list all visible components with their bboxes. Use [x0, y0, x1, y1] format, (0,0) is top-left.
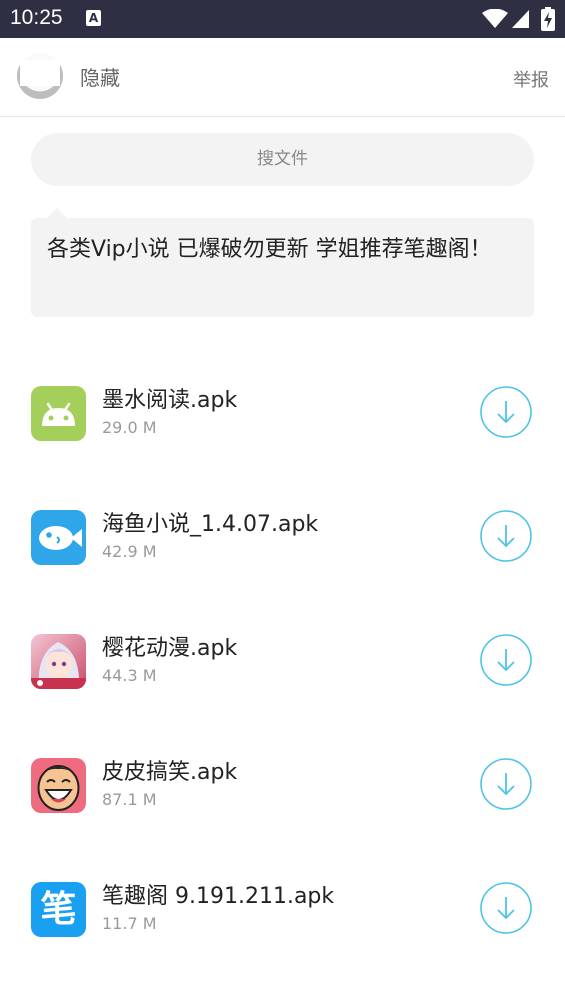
file-name: 笔趣阁 9.191.211.apk	[102, 884, 335, 909]
status-bar: 10:25 A	[0, 0, 565, 38]
battery-icon	[541, 7, 555, 31]
fish-app-icon	[31, 510, 86, 565]
signal-icon	[512, 10, 529, 28]
file-size: 11.7 M	[102, 914, 157, 933]
anime-girl-app-icon	[31, 634, 86, 689]
android-app-icon	[31, 386, 86, 441]
file-size: 87.1 M	[102, 790, 157, 809]
file-name: 皮皮搞笑.apk	[102, 760, 238, 785]
download-icon[interactable]	[480, 386, 532, 438]
download-icon[interactable]	[480, 882, 532, 934]
report-button[interactable]: 举报	[513, 66, 549, 92]
search-input[interactable]: 搜文件	[31, 133, 534, 186]
pen-character-app-icon: 笔	[31, 882, 86, 937]
file-size: 44.3 M	[102, 666, 157, 685]
avatar[interactable]	[17, 53, 63, 99]
notification-icon: A	[86, 10, 101, 26]
list-item[interactable]: 海鱼小说_1.4.07.apk 42.9 M	[0, 496, 565, 586]
file-name: 海鱼小说_1.4.07.apk	[102, 512, 319, 537]
list-item[interactable]: 笔 笔趣阁 9.191.211.apk 11.7 M	[0, 868, 565, 958]
hide-button[interactable]: 隐藏	[80, 62, 120, 91]
download-icon[interactable]	[480, 510, 532, 562]
download-icon[interactable]	[480, 634, 532, 686]
file-name: 樱花动漫.apk	[102, 636, 238, 661]
list-item[interactable]: 墨水阅读.apk 29.0 M	[0, 372, 565, 462]
message-text: 各类Vip小说 已爆破勿更新 学姐推荐笔趣阁！	[47, 237, 492, 262]
file-size: 42.9 M	[102, 542, 157, 561]
header: 隐藏 举报	[0, 38, 565, 117]
message-bubble: 各类Vip小说 已爆破勿更新 学姐推荐笔趣阁！	[31, 208, 534, 317]
list-item[interactable]: 皮皮搞笑.apk 87.1 M	[0, 744, 565, 834]
wifi-icon	[482, 9, 508, 28]
file-size: 29.0 M	[102, 418, 157, 437]
download-icon[interactable]	[480, 758, 532, 810]
laughing-face-app-icon	[31, 758, 86, 813]
status-time: 10:25	[10, 6, 63, 29]
list-item[interactable]: 樱花动漫.apk 44.3 M	[0, 620, 565, 710]
pen-character-app-icon-text: 笔	[40, 888, 77, 930]
file-name: 墨水阅读.apk	[102, 388, 238, 413]
